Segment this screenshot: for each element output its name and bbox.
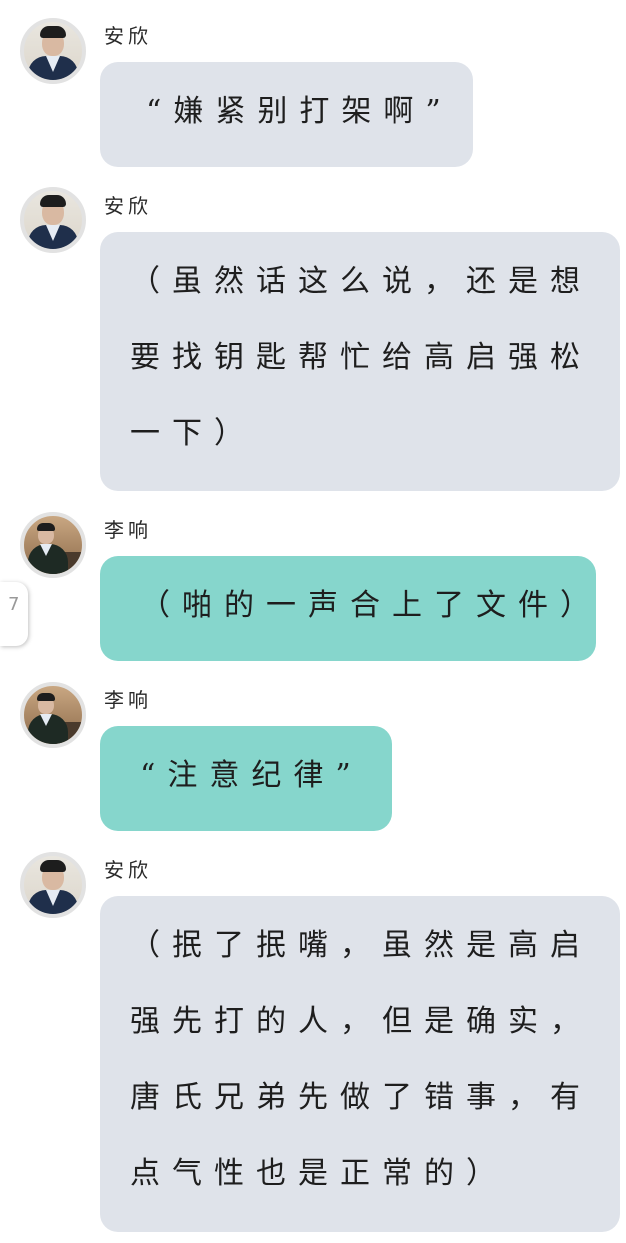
- message-text: “嫌紧别打架啊”: [146, 94, 453, 129]
- sender-name: 安欣: [104, 194, 152, 218]
- message-line: 唐氏兄弟先做了错事，有: [130, 1080, 592, 1115]
- sender-name: 李响: [104, 518, 152, 542]
- message-bubble[interactable]: “注意纪律”: [100, 726, 392, 831]
- avatar-lixiang[interactable]: [20, 512, 86, 578]
- message-line: 一下）: [130, 416, 256, 451]
- sender-name: 安欣: [104, 24, 152, 48]
- avatar-anxin[interactable]: [20, 18, 86, 84]
- avatar-hair: [40, 195, 66, 207]
- avatar-anxin[interactable]: [20, 852, 86, 918]
- avatar-hair: [37, 523, 55, 531]
- message-line: （抿了抿嘴，虽然是高启: [130, 928, 592, 963]
- avatar-hair: [37, 693, 55, 701]
- message-bubble[interactable]: （抿了抿嘴，虽然是高启 强先打的人，但是确实， 唐氏兄弟先做了错事，有 点气性也…: [100, 896, 620, 1232]
- message-line: 要找钥匙帮忙给高启强松: [130, 340, 592, 375]
- sender-name: 安欣: [104, 858, 152, 882]
- message-bubble[interactable]: （啪的一声合上了文件）: [100, 556, 596, 661]
- avatar-hair: [40, 860, 66, 872]
- edge-tab-glyph: 7: [8, 594, 20, 615]
- message-line: （虽然话这么说，还是想: [130, 264, 592, 299]
- message-bubble[interactable]: “嫌紧别打架啊”: [100, 62, 473, 167]
- message-bubble[interactable]: （虽然话这么说，还是想 要找钥匙帮忙给高启强松 一下）: [100, 232, 620, 491]
- side-collapse-tab[interactable]: 7: [0, 582, 28, 646]
- sender-name: 李响: [104, 688, 152, 712]
- message-line: 强先打的人，但是确实，: [130, 1004, 592, 1039]
- message-line: 点气性也是正常的）: [130, 1156, 508, 1191]
- avatar-lixiang[interactable]: [20, 682, 86, 748]
- message-text: （啪的一声合上了文件）: [140, 588, 602, 623]
- avatar-hair: [40, 26, 66, 38]
- message-text: “注意纪律”: [140, 758, 363, 793]
- avatar-anxin[interactable]: [20, 187, 86, 253]
